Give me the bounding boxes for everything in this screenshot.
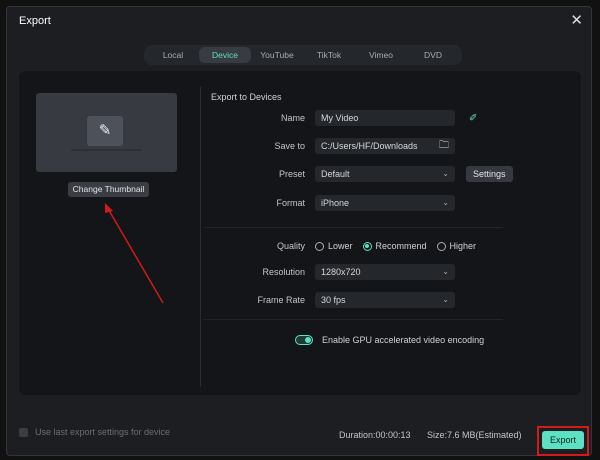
quality-label: Quality xyxy=(276,241,305,251)
tab-youtube[interactable]: YouTube xyxy=(251,47,303,63)
preset-select[interactable]: Default ⌄ xyxy=(315,166,455,182)
edit-pencil-icon: ✎ xyxy=(87,116,123,146)
chevron-down-icon: ⌄ xyxy=(442,295,449,304)
name-row: Name My Video ✐ xyxy=(205,110,477,126)
dialog-title: Export xyxy=(19,15,51,27)
tab-dvd[interactable]: DVD xyxy=(407,47,459,63)
settings-button[interactable]: Settings xyxy=(466,166,513,182)
preset-label: Preset xyxy=(278,169,305,179)
checkbox-icon xyxy=(19,427,28,437)
resolution-row: Resolution 1280x720 ⌄ xyxy=(205,264,455,280)
thumbnail-preview[interactable]: ✎ xyxy=(36,93,177,172)
folder-icon[interactable]: 🗀 xyxy=(439,138,449,154)
radio-selected-icon xyxy=(362,241,372,251)
tab-tiktok[interactable]: TikTok xyxy=(303,47,355,63)
close-icon[interactable]: ✕ xyxy=(570,11,583,29)
quality-recommend-radio[interactable]: Recommend xyxy=(362,241,427,251)
ai-rename-icon[interactable]: ✐ xyxy=(469,113,477,124)
quality-lower-radio[interactable]: Lower xyxy=(315,241,353,251)
tab-bar: Local Device YouTube TikTok Vimeo DVD xyxy=(144,45,462,65)
save-to-row: Save to C:/Users/HF/Downloads 🗀 xyxy=(205,138,455,154)
radio-label: Recommend xyxy=(375,241,427,251)
radio-icon xyxy=(436,241,446,251)
frame-rate-label: Frame Rate xyxy=(257,295,305,305)
frame-rate-value: 30 fps xyxy=(321,295,346,305)
gpu-label: Enable GPU accelerated video encoding xyxy=(322,335,485,345)
format-value: iPhone xyxy=(321,198,350,208)
preset-row: Preset Default ⌄ Settings xyxy=(205,166,513,182)
duration-text: Duration:00:00:13 xyxy=(339,430,411,440)
tab-vimeo[interactable]: Vimeo xyxy=(355,47,407,63)
size-text: Size:7.6 MB(Estimated) xyxy=(427,430,522,440)
format-row: Format iPhone ⌄ xyxy=(205,195,455,211)
radio-label: Higher xyxy=(449,241,477,251)
radio-label: Lower xyxy=(328,241,353,251)
gpu-row: Enable GPU accelerated video encoding xyxy=(295,332,484,348)
format-label: Format xyxy=(276,198,305,208)
save-to-input[interactable]: C:/Users/HF/Downloads 🗀 xyxy=(315,138,455,154)
section-title: Export to Devices xyxy=(211,92,282,102)
save-to-value: C:/Users/HF/Downloads xyxy=(321,141,418,151)
chevron-down-icon: ⌄ xyxy=(442,169,449,178)
name-label: Name xyxy=(280,113,305,123)
gpu-toggle[interactable] xyxy=(295,335,313,345)
use-last-settings-checkbox[interactable]: Use last export settings for device xyxy=(19,427,170,437)
red-arrow-annotation xyxy=(105,203,164,304)
resolution-label: Resolution xyxy=(262,267,305,277)
format-select[interactable]: iPhone ⌄ xyxy=(315,195,455,211)
export-highlight-box: Export xyxy=(537,426,589,456)
export-button[interactable]: Export xyxy=(542,431,584,449)
name-input[interactable]: My Video xyxy=(315,110,455,126)
thumbnail-shadow xyxy=(71,149,141,151)
column-divider xyxy=(200,87,201,387)
tab-local[interactable]: Local xyxy=(147,47,199,63)
tab-device[interactable]: Device xyxy=(199,47,251,63)
quality-higher-radio[interactable]: Higher xyxy=(436,241,477,251)
export-dialog: Export ✕ Local Device YouTube TikTok Vim… xyxy=(6,6,592,456)
resolution-value: 1280x720 xyxy=(321,267,361,277)
frame-rate-row: Frame Rate 30 fps ⌄ xyxy=(205,292,455,308)
chevron-down-icon: ⌄ xyxy=(442,198,449,207)
save-to-label: Save to xyxy=(274,141,305,151)
radio-icon xyxy=(315,241,324,251)
resolution-select[interactable]: 1280x720 ⌄ xyxy=(315,264,455,280)
preset-value: Default xyxy=(321,169,350,179)
change-thumbnail-button[interactable]: Change Thumbnail xyxy=(68,182,149,197)
chevron-down-icon: ⌄ xyxy=(442,267,449,276)
divider xyxy=(203,319,503,320)
quality-row: Quality Lower Recommend Higher xyxy=(205,238,486,254)
frame-rate-select[interactable]: 30 fps ⌄ xyxy=(315,292,455,308)
divider xyxy=(203,227,503,228)
use-last-label: Use last export settings for device xyxy=(35,427,171,437)
